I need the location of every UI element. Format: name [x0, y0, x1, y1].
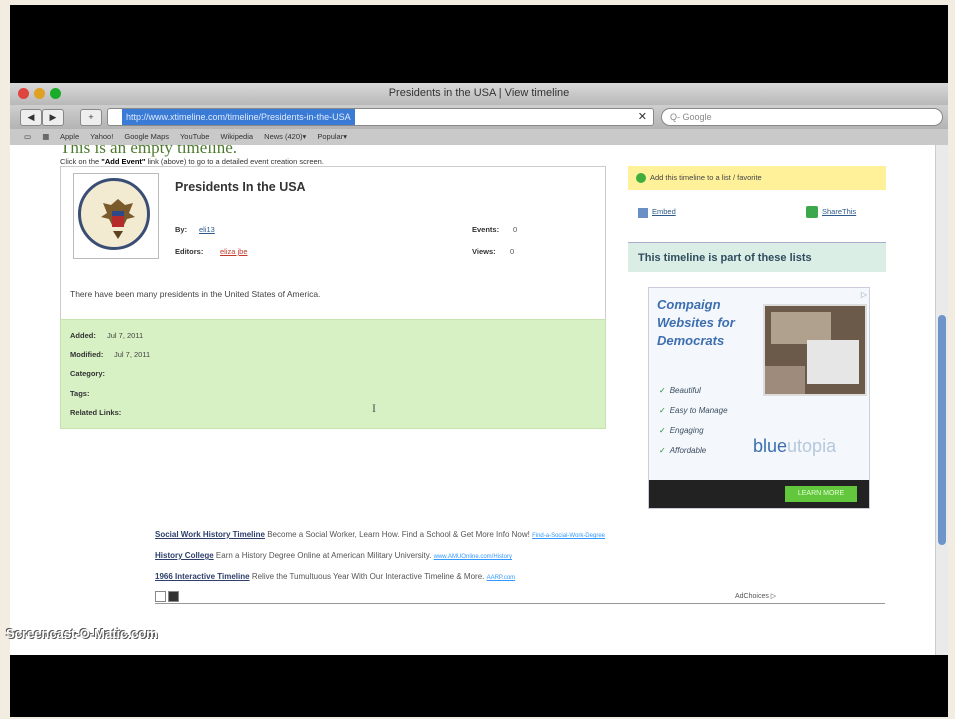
- ad-bullets: ✓ Beautiful ✓ Easy to Manage ✓ Engaging ✓ Af…: [659, 381, 728, 461]
- lists-heading: This timeline is part of these lists: [628, 242, 886, 272]
- author-link[interactable]: eli13: [199, 225, 215, 234]
- check-icon: ✓: [659, 446, 666, 455]
- ad-headline-line: Websites for: [657, 315, 735, 330]
- ad-headline-line: Compaign: [657, 297, 721, 312]
- stop-icon[interactable]: ✕: [638, 109, 647, 125]
- hint-text: Click on the "Add Event" link (above) to…: [60, 157, 324, 166]
- bookmark-item[interactable]: YouTube: [180, 132, 209, 141]
- text-ad-url[interactable]: AARP.com: [487, 575, 516, 581]
- text-ad-body: Earn a History Degree Online at American…: [215, 551, 432, 560]
- text-ad-url[interactable]: www.AMUOnline.com/History: [434, 554, 512, 560]
- top-sites-icon[interactable]: ▦: [42, 132, 49, 141]
- url-text: http://www.xtimeline.com/timeline/Presid…: [122, 109, 355, 125]
- bookmark-item[interactable]: Apple: [60, 132, 79, 141]
- ad-choices-icon[interactable]: ▷: [861, 290, 867, 299]
- vertical-scrollbar[interactable]: [935, 145, 948, 655]
- check-icon: ✓: [659, 426, 666, 435]
- bookmark-item[interactable]: Google Maps: [124, 132, 169, 141]
- text-ad-link[interactable]: History College: [155, 551, 214, 560]
- by-label: By:: [175, 225, 188, 234]
- text-ad-link[interactable]: Social Work History Timeline: [155, 530, 265, 539]
- hint-suffix: link (above) to go to a detailed event c…: [147, 157, 324, 166]
- add-bookmark-button[interactable]: +: [80, 109, 102, 126]
- events-count: 0: [513, 225, 518, 234]
- text-ad-link[interactable]: 1966 Interactive Timeline: [155, 572, 250, 581]
- related-links-label: Related Links:: [70, 408, 122, 417]
- ad-headline-line: Democrats: [657, 333, 725, 348]
- page-content: This is an empty timeline. Click on the …: [10, 145, 935, 655]
- prev-ad-button[interactable]: [155, 591, 166, 602]
- editors-link[interactable]: eliza jbe: [220, 247, 248, 256]
- ad-bullet: ✓ Engaging: [659, 426, 704, 435]
- text-ad: Social Work History Timeline Become a So…: [155, 530, 605, 539]
- views-label: Views:: [472, 247, 496, 256]
- share-this-link[interactable]: ShareThis: [822, 207, 856, 216]
- views-count: 0: [510, 247, 515, 256]
- bookmark-item[interactable]: News (420)▾: [264, 132, 306, 141]
- favorite-label: Add this timeline to a list / favorite: [650, 173, 762, 182]
- ad-headline: Compaign Websites for Democrats: [657, 296, 735, 350]
- added-value: Jul 7, 2011: [107, 331, 144, 340]
- forward-button[interactable]: ▶: [42, 109, 64, 126]
- bookmark-item[interactable]: Wikipedia: [221, 132, 254, 141]
- text-ad: 1966 Interactive Timeline Relive the Tum…: [155, 572, 515, 581]
- timeline-title: Presidents In the USA: [175, 180, 306, 194]
- browser-window: Presidents in the USA | View timeline ◀ …: [10, 83, 948, 655]
- next-ad-button[interactable]: [168, 591, 179, 602]
- screencast-watermark: Screencast-O-Matic.com: [6, 626, 158, 641]
- check-icon: ✓: [659, 386, 666, 395]
- ad-pager: [155, 589, 181, 607]
- editors-label: Editors:: [175, 247, 204, 256]
- category-label: Category:: [70, 369, 106, 378]
- ad-footer: LEARN MORE: [649, 480, 869, 508]
- text-ad-body: Relive the Tumultuous Year With Our Inte…: [251, 572, 485, 581]
- adchoices-link[interactable]: AdChoices ▷: [735, 592, 776, 600]
- screenshot-block: [765, 366, 805, 394]
- address-bar[interactable]: http://www.xtimeline.com/timeline/Presid…: [107, 108, 654, 126]
- events-label: Events:: [472, 225, 500, 234]
- video-frame: Presidents in the USA | View timeline ◀ …: [10, 5, 948, 717]
- display-ad[interactable]: ▷ Compaign Websites for Democrats ✓ Beaut…: [648, 287, 870, 509]
- eagle-icon: [101, 199, 135, 239]
- scrollbar-thumb[interactable]: [938, 315, 946, 545]
- blue-utopia-logo: blueutopia: [753, 436, 837, 456]
- share-icon: [806, 206, 818, 218]
- timeline-description: There have been many presidents in the U…: [70, 289, 321, 299]
- ad-bullet: ✓ Beautiful: [659, 386, 701, 395]
- hint-prefix: Click on the: [60, 157, 100, 166]
- seal-ring: [78, 178, 150, 250]
- modified-value: Jul 7, 2011: [114, 350, 151, 359]
- bookmark-item[interactable]: Yahoo!: [90, 132, 113, 141]
- text-cursor-icon: I: [372, 401, 376, 415]
- search-input[interactable]: Q- Google: [661, 108, 943, 126]
- screenshot-block: [807, 340, 859, 384]
- text-ad-body: Become a Social Worker, Learn How. Find …: [267, 530, 530, 539]
- add-event-link[interactable]: "Add Event": [101, 157, 145, 166]
- browser-toolbar: ◀ ▶ + http://www.xtimeline.com/timeline/…: [10, 105, 948, 129]
- back-button[interactable]: ◀: [20, 109, 42, 126]
- ad-bullet: ✓ Affordable: [659, 446, 707, 455]
- add-to-favorites-button[interactable]: Add this timeline to a list / favorite: [628, 166, 886, 190]
- learn-more-button[interactable]: LEARN MORE: [785, 486, 857, 502]
- ad-website-screenshot: [763, 304, 867, 396]
- text-ad: History College Earn a History Degree On…: [155, 551, 512, 560]
- modified-label: Modified:: [70, 350, 104, 359]
- ad-bullet: ✓ Easy to Manage: [659, 406, 728, 415]
- bookmark-item[interactable]: Popular▾: [317, 132, 347, 141]
- window-title: Presidents in the USA | View timeline: [388, 87, 570, 99]
- check-icon: ✓: [659, 406, 666, 415]
- title-bar: Presidents in the USA | View timeline: [10, 83, 948, 106]
- add-icon: [636, 173, 646, 184]
- added-label: Added:: [70, 331, 96, 340]
- timeline-image: [73, 173, 159, 259]
- divider: [155, 603, 885, 604]
- reading-list-icon[interactable]: ▭: [24, 132, 31, 141]
- tags-label: Tags:: [70, 389, 90, 398]
- text-ad-url[interactable]: Find-a-Social-Work-Degree: [532, 533, 605, 539]
- embed-icon: [638, 208, 648, 218]
- bookmarks-bar: ▭ ▦ Apple Yahoo! Google Maps YouTube Wik…: [10, 129, 948, 146]
- embed-link[interactable]: Embed: [652, 207, 676, 216]
